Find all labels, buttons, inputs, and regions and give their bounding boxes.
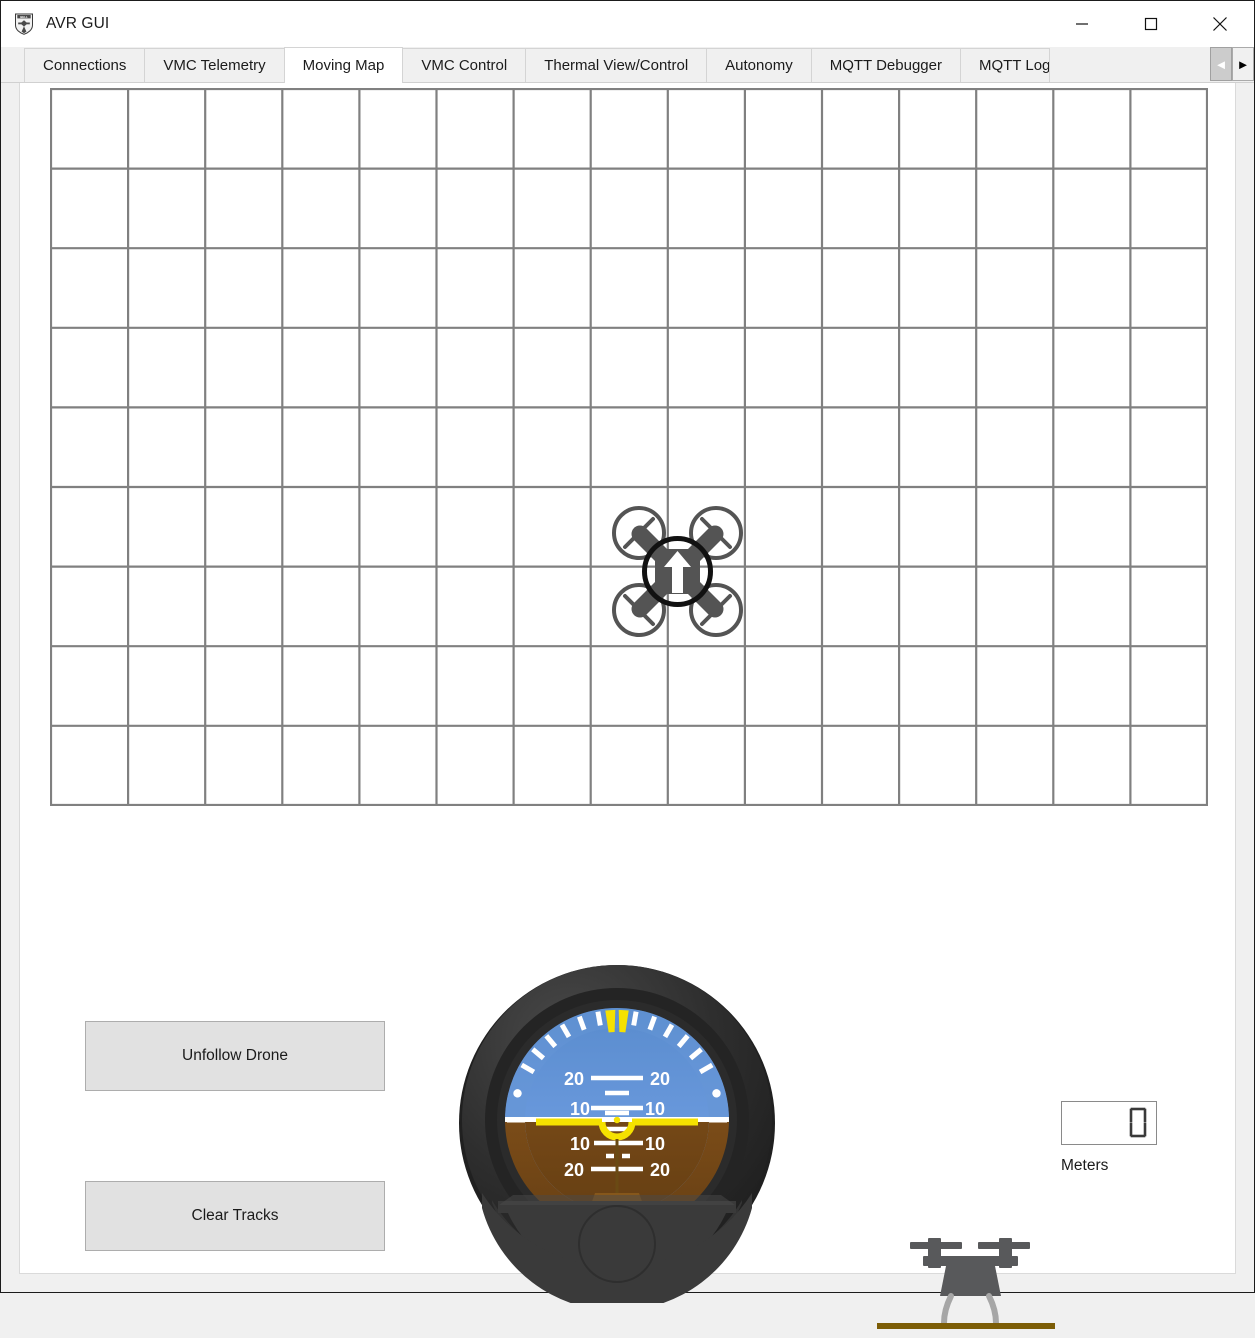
- tab-bar: Connections VMC Telemetry Moving Map VMC…: [1, 47, 1254, 83]
- pitch-label-up-20: 20: [564, 1069, 584, 1089]
- altitude-display: 0: [1061, 1101, 1157, 1145]
- maximize-icon: [1144, 17, 1158, 31]
- drone-map-marker[interactable]: [611, 505, 744, 638]
- maximize-button[interactable]: [1116, 1, 1185, 47]
- chevron-right-icon: ►: [1237, 58, 1250, 71]
- minimize-icon: [1075, 17, 1089, 31]
- tab-moving-map[interactable]: Moving Map: [284, 47, 404, 83]
- close-icon: [1212, 16, 1228, 32]
- clear-tracks-button[interactable]: Clear Tracks: [85, 1181, 385, 1251]
- ground-line: [877, 1323, 1055, 1329]
- attitude-indicator: 20 20 10 10 10 10 20 20: [452, 953, 782, 1303]
- close-button[interactable]: [1185, 1, 1254, 47]
- title-bar: BELL AVR GUI: [1, 1, 1254, 47]
- moving-map-panel: Unfollow Drone Clear Tracks: [19, 83, 1236, 1274]
- tab-vmc-telemetry[interactable]: VMC Telemetry: [144, 48, 284, 82]
- window-title: AVR GUI: [46, 15, 109, 33]
- tab-mqtt-log[interactable]: MQTT Log: [960, 48, 1050, 82]
- minimize-button[interactable]: [1047, 1, 1116, 47]
- altitude-unit-label: Meters: [1061, 1157, 1108, 1175]
- tab-scroll-left-button[interactable]: ◄: [1210, 47, 1232, 81]
- pitch-label-dn-20-right: 20: [650, 1160, 670, 1180]
- tab-scroll-right-button[interactable]: ►: [1232, 47, 1254, 81]
- app-window: BELL AVR GUI: [0, 0, 1255, 1293]
- tab-autonomy[interactable]: Autonomy: [706, 48, 812, 82]
- window-controls: [1047, 1, 1254, 47]
- map-grid: [50, 88, 1208, 806]
- chevron-left-icon: ◄: [1215, 58, 1228, 71]
- unfollow-drone-button[interactable]: Unfollow Drone: [85, 1021, 385, 1091]
- quadcopter-top-view-icon: [611, 505, 744, 638]
- tab-scroll-controls: ◄ ►: [1210, 47, 1254, 81]
- attitude-indicator-gauge: 20 20 10 10 10 10 20 20: [452, 953, 782, 1303]
- bell-shield-icon: BELL: [14, 13, 34, 35]
- svg-text:BELL: BELL: [20, 15, 28, 19]
- pitch-label-dn-10: 10: [570, 1134, 590, 1154]
- pitch-label-up-10: 10: [570, 1099, 590, 1119]
- tab-mqtt-debugger[interactable]: MQTT Debugger: [811, 48, 961, 82]
- tab-connections[interactable]: Connections: [24, 48, 145, 82]
- tab-vmc-control[interactable]: VMC Control: [402, 48, 526, 82]
- pitch-label-dn-10-right: 10: [645, 1134, 665, 1154]
- pitch-label-dn-20: 20: [564, 1160, 584, 1180]
- drone-side-view: [865, 1218, 1065, 1333]
- pitch-label-up-20-right: 20: [650, 1069, 670, 1089]
- tab-thermal-view-control[interactable]: Thermal View/Control: [525, 48, 707, 82]
- map-controls-area: Unfollow Drone Clear Tracks: [20, 823, 1235, 1273]
- drone-side-view-icon: [865, 1218, 1065, 1333]
- pitch-label-up-10-right: 10: [645, 1099, 665, 1119]
- map-canvas[interactable]: [50, 88, 1208, 806]
